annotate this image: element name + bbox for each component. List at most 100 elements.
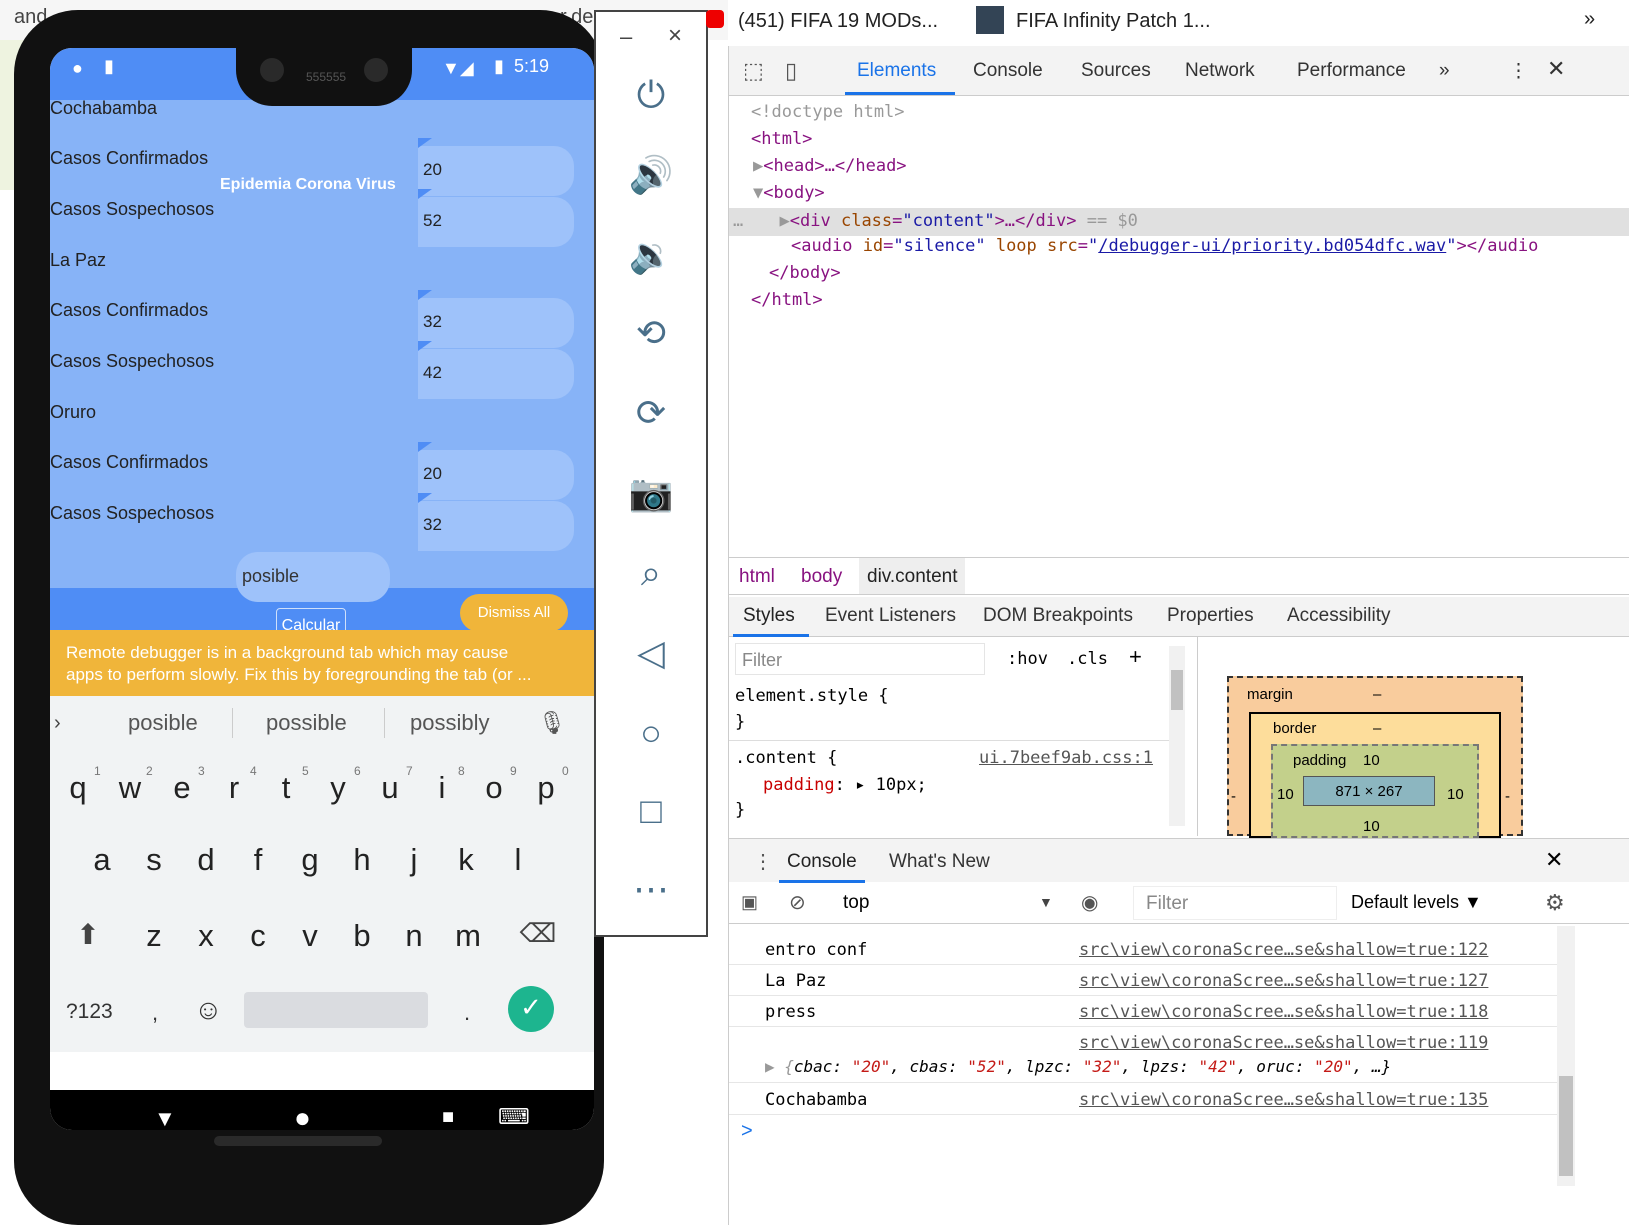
drawer-tab-whats-new[interactable]: What's New — [889, 851, 990, 873]
tab-properties[interactable]: Properties — [1167, 605, 1254, 627]
drawer-close-icon[interactable]: ✕ — [1545, 847, 1563, 873]
audio-src-link[interactable]: /debugger-ui/priority.bd054dfc.wav — [1098, 236, 1446, 256]
key[interactable]: h — [340, 842, 384, 878]
nav-back-icon[interactable]: ▼ — [154, 1106, 176, 1130]
device-toolbar-icon[interactable]: ▯ — [785, 58, 797, 84]
dom-head-node[interactable]: ▶<head>…</head> — [753, 156, 907, 176]
tab-accessibility[interactable]: Accessibility — [1287, 605, 1390, 627]
tab-event-listeners[interactable]: Event Listeners — [825, 605, 956, 627]
key[interactable]: c — [236, 918, 280, 954]
key[interactable]: x — [184, 918, 228, 954]
zoom-icon[interactable]: ⌕ — [596, 552, 706, 595]
eye-icon[interactable]: ◉ — [1081, 890, 1098, 915]
close-icon[interactable]: ✕ — [1547, 56, 1565, 82]
content-size[interactable]: 871 × 267 — [1303, 776, 1435, 806]
rotate-left-icon[interactable]: ⟲ — [596, 312, 706, 354]
suggestion[interactable]: possible — [266, 710, 347, 736]
dom-doctype[interactable]: <!doctype html> — [751, 102, 905, 122]
tab-dom-breakpoints[interactable]: DOM Breakpoints — [983, 605, 1133, 627]
expand-arrow-icon[interactable]: ▶ — [780, 211, 790, 231]
inspect-element-icon[interactable]: ⬚ — [743, 58, 764, 84]
more-panels-button[interactable]: » — [1439, 60, 1450, 82]
nav-overview-icon[interactable]: ■ — [442, 1106, 454, 1129]
value-input[interactable]: 32 — [418, 493, 574, 551]
styles-filter-input[interactable]: Filter — [735, 643, 985, 675]
source-link[interactable]: src\view\coronaScree…se&shallow=true:135 — [1079, 1090, 1488, 1110]
dom-body-node[interactable]: ▼<body> — [753, 183, 825, 203]
style-declaration[interactable]: padding: ▸ 10px; — [763, 775, 927, 795]
padding-right-value[interactable]: 10 — [1447, 786, 1464, 803]
tab-styles[interactable]: Styles — [743, 605, 795, 627]
home-icon[interactable]: ○ — [596, 712, 706, 754]
key[interactable]: m — [446, 918, 490, 954]
breadcrumb-item[interactable]: body — [801, 566, 842, 588]
collapse-arrow-icon[interactable]: ▼ — [753, 183, 763, 203]
styles-scrollbar[interactable] — [1169, 646, 1185, 826]
scrollbar-thumb[interactable] — [1171, 670, 1183, 710]
value-input[interactable]: 20 — [418, 442, 574, 500]
scrollbar-thumb[interactable] — [1559, 1076, 1573, 1176]
chevron-down-icon[interactable]: ▼ — [1039, 894, 1053, 910]
margin-left-value[interactable]: - — [1231, 788, 1236, 805]
suggestion[interactable]: possibly — [410, 710, 489, 736]
value-input[interactable]: 20 — [418, 138, 574, 196]
minimize-button[interactable]: – — [620, 24, 632, 50]
style-source-link[interactable]: ui.7beef9ab.css:1 — [979, 748, 1153, 768]
source-link[interactable]: src\view\coronaScree…se&shallow=true:119 — [1079, 1033, 1488, 1053]
value-input[interactable]: 52 — [418, 189, 574, 247]
hov-toggle[interactable]: :hov — [1007, 649, 1048, 669]
console-scrollbar[interactable] — [1557, 926, 1575, 1186]
key[interactable]: g — [288, 842, 332, 878]
dom-selected-div[interactable]: … ▶<div class="content">…</div> == $0 — [729, 208, 1629, 236]
tab-sources[interactable]: Sources — [1081, 60, 1151, 82]
nav-home-icon[interactable]: ● — [294, 1102, 311, 1130]
period-key[interactable]: . — [464, 1000, 470, 1026]
source-link[interactable]: src\view\coronaScree…se&shallow=true:127 — [1079, 971, 1488, 991]
settings-gear-icon[interactable]: ⚙ — [1545, 890, 1565, 916]
volume-up-icon[interactable]: 🔊 — [596, 154, 706, 196]
overview-icon[interactable]: □ — [596, 790, 706, 832]
padding-bottom-value[interactable]: 10 — [1363, 818, 1380, 835]
volume-down-icon[interactable]: 🔉 — [596, 234, 706, 276]
back-icon[interactable]: ◁ — [596, 632, 706, 674]
tab-elements[interactable]: Elements — [857, 60, 936, 82]
shift-icon[interactable]: ⬆ — [66, 918, 110, 951]
spacebar[interactable] — [244, 992, 428, 1028]
object-preview[interactable]: ▶ {cbac: "20", cbas: "52", lpzc: "32", l… — [765, 1057, 1391, 1076]
more-icon[interactable]: ⋯ — [596, 868, 706, 910]
console-prompt[interactable]: > — [741, 1120, 753, 1143]
value-input[interactable]: 42 — [418, 341, 574, 399]
console-filter-input[interactable]: Filter — [1133, 886, 1337, 920]
text-input[interactable]: posible — [236, 552, 390, 602]
key[interactable]: f — [236, 842, 280, 878]
drawer-menu-icon[interactable]: ⋮ — [753, 849, 773, 874]
nav-keyboard-icon[interactable]: ⌨ — [498, 1104, 530, 1130]
add-rule-button[interactable]: + — [1129, 644, 1142, 670]
debugger-warning-banner[interactable]: Remote debugger is in a background tab w… — [50, 630, 594, 696]
expand-suggestions-icon[interactable]: › — [54, 712, 61, 735]
suggestion[interactable]: posible — [128, 710, 198, 736]
dismiss-all-button[interactable]: Dismiss All — [460, 594, 568, 632]
tab-performance[interactable]: Performance — [1297, 60, 1406, 82]
source-link[interactable]: src\view\coronaScree…se&shallow=true:122 — [1079, 940, 1488, 960]
dom-audio-node[interactable]: <audio id="silence" loop src="/debugger-… — [791, 236, 1538, 256]
source-link[interactable]: src\view\coronaScree…se&shallow=true:118 — [1079, 1002, 1488, 1022]
key[interactable]: l — [496, 842, 540, 878]
padding-top-value[interactable]: 10 — [1363, 752, 1380, 769]
sidebar-toggle-icon[interactable]: ▣ — [741, 892, 758, 913]
margin-right-value[interactable]: - — [1505, 788, 1510, 805]
key[interactable]: k — [444, 842, 488, 878]
key[interactable]: s — [132, 842, 176, 878]
clear-console-icon[interactable]: ⊘ — [789, 890, 806, 915]
tab-console[interactable]: Console — [973, 60, 1043, 82]
key[interactable]: a — [80, 842, 124, 878]
expand-arrow-icon[interactable]: ▶ — [753, 156, 763, 176]
breadcrumb-item[interactable]: html — [739, 566, 775, 588]
camera-icon[interactable]: 📷 — [596, 472, 706, 514]
rotate-right-icon[interactable]: ⟳ — [596, 392, 706, 434]
backspace-icon[interactable]: ⌫ — [516, 918, 560, 949]
drawer-tab-console[interactable]: Console — [787, 851, 857, 873]
padding-left-value[interactable]: 10 — [1277, 786, 1294, 803]
browser-tab[interactable]: FIFA Infinity Patch 1... — [1016, 10, 1211, 33]
microphone-icon[interactable]: 🎙 — [538, 710, 566, 736]
